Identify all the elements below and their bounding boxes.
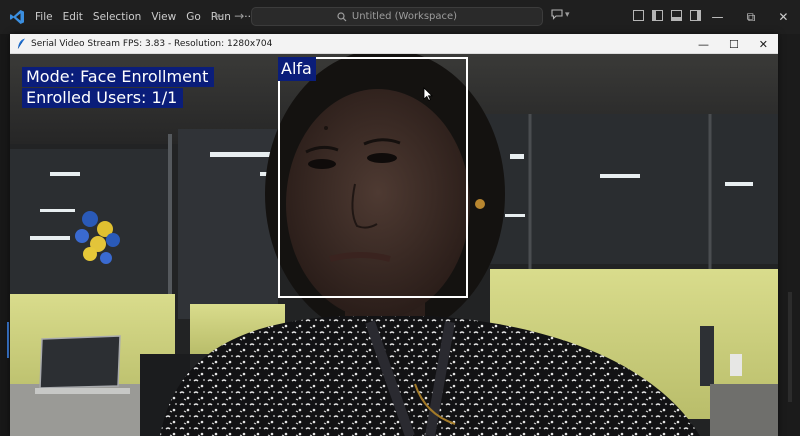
maximize-button[interactable]: ☐	[729, 38, 739, 51]
mouse-cursor-icon	[423, 87, 433, 101]
vscode-close-icon[interactable]: ✕	[778, 10, 788, 24]
toggle-primary-sidebar-icon[interactable]	[652, 10, 663, 21]
activity-bar-edge	[0, 34, 10, 436]
menu-go[interactable]: Go	[181, 0, 206, 34]
vscode-window-controls: — ⧉ ✕	[700, 0, 800, 34]
video-window-title: Serial Video Stream FPS: 3.83 - Resoluti…	[31, 38, 273, 49]
face-name-label: Alfa	[278, 57, 316, 81]
search-icon	[337, 11, 347, 21]
vscode-restore-icon[interactable]: ⧉	[747, 10, 756, 25]
customize-layout-icon[interactable]	[633, 10, 644, 21]
copilot-button[interactable]: ▾	[551, 9, 570, 20]
toggle-panel-icon[interactable]	[671, 10, 682, 21]
feather-icon	[17, 38, 25, 49]
command-center-search[interactable]: Untitled (Workspace)	[251, 7, 543, 26]
navigation-arrows: ← →	[214, 9, 244, 23]
enrolled-users-label: Enrolled Users: 1/1	[22, 88, 184, 108]
menu-edit[interactable]: Edit	[58, 0, 88, 34]
menu-selection[interactable]: Selection	[88, 0, 146, 34]
menu-file[interactable]: File	[30, 0, 58, 34]
video-window-titlebar[interactable]: Serial Video Stream FPS: 3.83 - Resoluti…	[10, 34, 778, 54]
menu-view[interactable]: View	[146, 0, 181, 34]
activity-indicator	[7, 322, 9, 358]
chevron-down-icon: ▾	[565, 9, 570, 20]
video-frame: Mode: Face Enrollment Enrolled Users: 1/…	[10, 54, 778, 436]
scrollbar[interactable]	[788, 292, 792, 402]
face-bounding-box	[278, 57, 468, 298]
video-window-controls: — ☐ ✕	[688, 34, 778, 54]
video-stream-window: Serial Video Stream FPS: 3.83 - Resoluti…	[10, 34, 778, 436]
minimize-button[interactable]: —	[698, 38, 709, 51]
forward-arrow-icon[interactable]: →	[234, 9, 244, 23]
back-arrow-icon[interactable]: ←	[214, 9, 224, 23]
vscode-minimize-icon[interactable]: —	[712, 10, 724, 24]
mode-label: Mode: Face Enrollment	[22, 67, 215, 87]
vscode-logo-icon	[10, 10, 24, 24]
layout-controls	[633, 10, 701, 21]
copilot-icon	[551, 9, 563, 20]
command-center-label: Untitled (Workspace)	[351, 11, 458, 22]
close-button[interactable]: ✕	[759, 38, 768, 51]
vscode-titlebar: File Edit Selection View Go Run ··· ← → …	[0, 0, 800, 34]
editor-right-edge	[778, 34, 800, 436]
